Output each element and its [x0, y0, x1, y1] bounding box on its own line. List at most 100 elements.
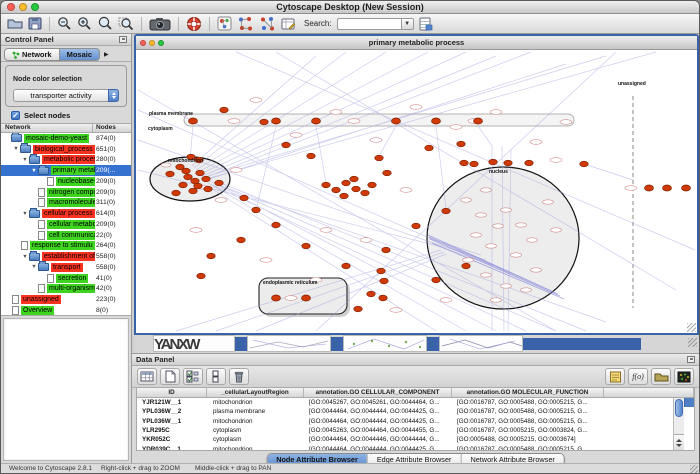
search-input[interactable]: [337, 18, 401, 30]
resize-grip[interactable]: [688, 338, 697, 347]
float-panel-icon[interactable]: [119, 36, 127, 43]
background-window-titlebar[interactable]: [331, 337, 343, 351]
tree-item[interactable]: response to stimulu264(0): [1, 241, 131, 252]
tree-item[interactable]: Overview8(0): [1, 305, 131, 316]
delete-attribute-icon[interactable]: [229, 368, 249, 385]
network-overview-panel[interactable]: [3, 318, 129, 461]
background-window[interactable]: [247, 335, 331, 352]
annotation-network-icon[interactable]: [216, 15, 233, 33]
attribute-table-icon[interactable]: [137, 368, 157, 385]
table-corner-button[interactable]: [684, 398, 694, 407]
desktop-area: primary metabolic process: [132, 34, 699, 463]
column-network[interactable]: Network: [1, 124, 31, 132]
background-window-titlebar[interactable]: [235, 337, 247, 351]
search-label: Search:: [304, 19, 332, 28]
help-lifering-icon[interactable]: [185, 15, 203, 33]
tree-item[interactable]: macromolecule311(0): [1, 198, 131, 209]
tree-item[interactable]: ▼metabolic process280(0): [1, 155, 131, 166]
node-color-select[interactable]: transporter activity: [13, 89, 119, 102]
unselect-attributes-icon[interactable]: [206, 368, 226, 385]
background-window-titlebar[interactable]: [427, 337, 439, 351]
network-graph[interactable]: [136, 50, 697, 333]
import-attributes-icon[interactable]: [417, 15, 434, 33]
table-row[interactable]: YPL036W__1mitochondrion[GO:0044464, GO:0…: [137, 417, 694, 426]
table-row[interactable]: YLR295Ccytoplasm[GO:0045263, GO:0044464,…: [137, 426, 694, 435]
table-row[interactable]: YJR121W__1mitochondrion[GO:0045267, GO:0…: [137, 398, 694, 407]
zoom-selected-icon[interactable]: [117, 15, 135, 33]
expand-arrow-icon[interactable]: ▼: [21, 211, 29, 217]
tree-item[interactable]: ▼cellular process614(0): [1, 208, 131, 219]
tree-item-selected[interactable]: ▼primary metabo209(...: [1, 165, 131, 176]
window-resize-grip[interactable]: [690, 465, 698, 473]
tree-item[interactable]: secretion41(0): [1, 273, 131, 284]
nucleus-label[interactable]: nucleus: [489, 169, 508, 175]
tree-item[interactable]: ▼establishment of lo558(0): [1, 251, 131, 262]
tab-overflow-icon[interactable]: ▶: [104, 51, 109, 58]
tree-item[interactable]: mosaic-demo-yeast874(0): [1, 133, 131, 144]
table-row[interactable]: YKR052Ccytoplasm[GO:0044464, GO:0044446,…: [137, 435, 694, 444]
tree-item[interactable]: nitrogen compo209(0): [1, 187, 131, 198]
tree-item[interactable]: ▼transport558(0): [1, 262, 131, 273]
tree-item[interactable]: cellular metabo209(0): [1, 219, 131, 230]
folder-icon: [29, 156, 40, 164]
background-window[interactable]: [343, 335, 427, 352]
hide-selected-nodes-icon[interactable]: [236, 15, 255, 33]
scroll-down-icon[interactable]: [676, 444, 682, 447]
show-all-nodes-icon[interactable]: [258, 15, 277, 33]
column-nodes[interactable]: Nodes: [96, 124, 116, 131]
zoom-in-icon[interactable]: [76, 15, 93, 33]
expand-arrow-icon[interactable]: ▼: [12, 146, 20, 152]
tab-mosaic[interactable]: Mosaic: [60, 48, 100, 61]
table-row[interactable]: YDR039C__1mitochondrion[GO:0044464, GO:0…: [137, 444, 694, 451]
network-canvas[interactable]: plasma membrane cytoplasm mitochondrion …: [136, 50, 697, 333]
column-header-id[interactable]: ID: [137, 388, 207, 397]
plasma-membrane-label[interactable]: plasma membrane: [149, 111, 193, 117]
column-header-region[interactable]: _cellularLayoutRegion: [207, 388, 304, 397]
network-window-titlebar[interactable]: primary metabolic process: [136, 36, 697, 50]
table-vertical-scrollbar[interactable]: [673, 398, 684, 450]
snapshot-camera-icon[interactable]: [148, 15, 172, 33]
tab-network[interactable]: Network: [4, 48, 60, 61]
import-attribute-file-icon[interactable]: [651, 368, 671, 385]
save-icon[interactable]: [27, 15, 43, 33]
unassigned-label[interactable]: unassigned: [618, 81, 646, 87]
tree-item[interactable]: nucleobase-209(0): [1, 176, 131, 187]
scrollbar-thumb[interactable]: [675, 399, 683, 417]
background-window[interactable]: [439, 335, 523, 352]
function-builder-icon[interactable]: f(o): [628, 368, 648, 385]
select-nodes-checkbox[interactable]: ✓: [11, 111, 20, 120]
cytoplasm-label[interactable]: cytoplasm: [148, 126, 173, 132]
tree-item[interactable]: ▼biological_process651(0): [1, 144, 131, 155]
zoom-fit-icon[interactable]: [96, 15, 114, 33]
window-resize-grip[interactable]: [687, 323, 696, 332]
tree-item[interactable]: unassigned223(0): [1, 294, 131, 305]
float-panel-icon[interactable]: [687, 356, 695, 363]
new-attribute-icon[interactable]: [160, 368, 180, 385]
control-panel-title: Control Panel: [5, 35, 119, 44]
network-tree: mosaic-demo-yeast874(0) ▼biological_proc…: [1, 133, 131, 316]
edit-network-icon[interactable]: [280, 15, 297, 33]
scrollbar-arrows[interactable]: [674, 434, 684, 450]
select-attributes-icon[interactable]: [183, 368, 203, 385]
mitochondrion-label[interactable]: mitochondrion: [168, 158, 203, 164]
tree-item[interactable]: cell communicat22(0): [1, 230, 131, 241]
expand-arrow-icon[interactable]: ▼: [30, 168, 38, 174]
main-area: Control Panel Network Mosaic ▶ Node colo…: [1, 34, 699, 463]
scroll-up-icon[interactable]: [676, 439, 682, 442]
background-window-titlebar[interactable]: [523, 338, 641, 350]
expand-arrow-icon[interactable]: ▼: [21, 157, 29, 163]
tree-item[interactable]: multi-organism pro42(0): [1, 284, 131, 295]
background-window[interactable]: YANXW: [153, 335, 235, 352]
column-header-cellular-component[interactable]: annotation.GO CELLULAR_COMPONENT: [304, 388, 452, 397]
attribute-table: ID _cellularLayoutRegion annotation.GO C…: [136, 387, 695, 451]
search-dropdown-button[interactable]: ▼: [401, 18, 414, 30]
endoplasmic-reticulum-label[interactable]: endoplasmic reticulum: [263, 280, 317, 286]
zoom-out-icon[interactable]: [56, 15, 73, 33]
column-header-molecular-function[interactable]: annotation.GO MOLECULAR_FUNCTION: [452, 388, 604, 397]
expand-arrow-icon[interactable]: ▼: [30, 264, 38, 270]
expand-arrow-icon[interactable]: ▼: [21, 254, 29, 260]
attribute-editor-icon[interactable]: [605, 368, 625, 385]
attribute-matrix-icon[interactable]: [674, 368, 694, 385]
table-row[interactable]: YPL036W__2plasma membrane[GO:0044464, GO…: [137, 407, 694, 416]
open-file-icon[interactable]: [6, 15, 24, 33]
